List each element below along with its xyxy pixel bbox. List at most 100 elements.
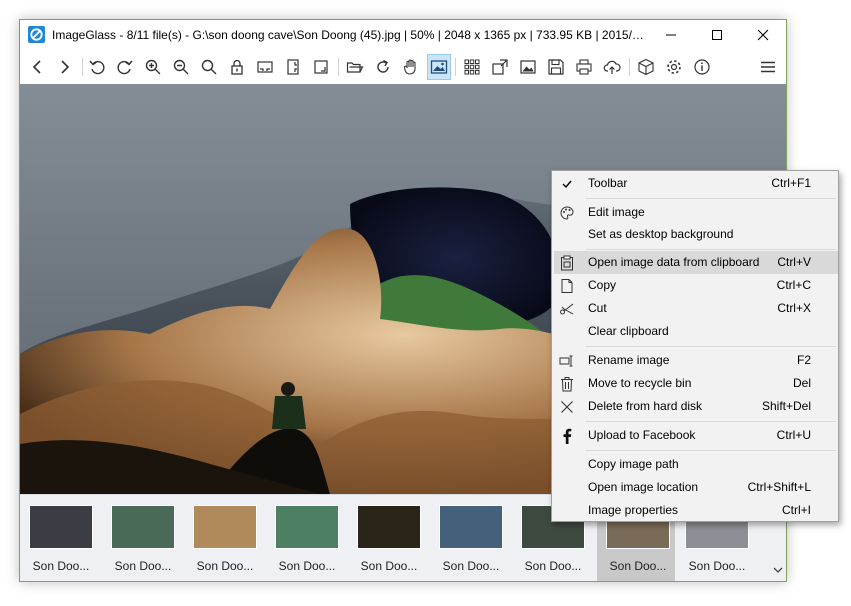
menu-item-shortcut: Ctrl+U	[776, 428, 811, 442]
menu-item-label: Toolbar	[588, 176, 628, 190]
fit-width-button[interactable]	[253, 54, 277, 80]
menu-item-clear-clipboard[interactable]: Clear clipboard	[554, 320, 838, 343]
menu-item-shortcut: Ctrl+I	[781, 503, 811, 517]
thumbnail-label: Son Doo...	[32, 559, 90, 573]
open-folder-icon	[346, 62, 364, 73]
upload-button[interactable]	[600, 54, 624, 80]
rotate-left-button[interactable]	[85, 54, 109, 80]
facebook-icon	[559, 428, 575, 444]
thumbnail-item[interactable]: Son Doo...	[430, 495, 508, 581]
pan-hand-button[interactable]	[399, 54, 423, 80]
copy-icon	[559, 278, 575, 294]
thumbnail-item[interactable]: Son Doo...	[102, 495, 180, 581]
menu-item-label: Open image data from clipboard	[588, 255, 760, 269]
thumbnail-label: Son Doo...	[360, 559, 418, 573]
menu-item-label: Image properties	[588, 503, 679, 517]
context-menu: Toolbar Ctrl+F1 Edit image Set as deskto…	[551, 170, 839, 522]
fit-height-button[interactable]	[281, 54, 305, 80]
delete-x-icon	[559, 399, 575, 415]
scale-to-fit-button[interactable]	[309, 54, 333, 80]
actual-size-button[interactable]	[197, 54, 221, 80]
menu-item-set-desktop-background[interactable]: Set as desktop background	[554, 223, 838, 246]
thumbnail-image	[357, 505, 421, 549]
menu-item-upload-to-facebook[interactable]: Upload to Facebook Ctrl+U	[554, 424, 838, 447]
thumbnail-item[interactable]: Son Doo...	[20, 495, 98, 581]
rotate-right-button[interactable]	[113, 54, 137, 80]
toolbar-separator	[82, 58, 83, 76]
menu-item-label: Open image location	[588, 480, 699, 494]
menu-item-copy-image-path[interactable]: Copy image path	[554, 453, 838, 476]
rotate-right-icon	[117, 60, 133, 75]
fullscreen-icon	[492, 59, 508, 75]
fit-height-icon	[287, 59, 299, 75]
thumbnail-label: Son Doo...	[114, 559, 172, 573]
menu-item-toolbar[interactable]: Toolbar Ctrl+F1	[554, 172, 838, 195]
menu-item-delete-from-disk[interactable]: Delete from hard disk Shift+Del	[554, 395, 838, 418]
thumbnail-image	[275, 505, 339, 549]
lock-zoom-icon	[231, 59, 243, 75]
minimize-button[interactable]	[648, 20, 694, 50]
back-icon	[32, 60, 41, 74]
about-button[interactable]	[690, 54, 714, 80]
title-bar[interactable]: ImageGlass - 8/11 file(s) - G:\son doong…	[20, 20, 786, 50]
close-button[interactable]	[740, 20, 786, 50]
thumbnail-label: Son Doo...	[278, 559, 336, 573]
save-button[interactable]	[544, 54, 568, 80]
zoom-out-button[interactable]	[169, 54, 193, 80]
auto-zoom-image-button[interactable]	[427, 54, 451, 80]
menu-item-edit-image[interactable]: Edit image	[554, 201, 838, 224]
forward-button[interactable]	[52, 54, 76, 80]
maximize-button[interactable]	[694, 20, 740, 50]
imageglass-logo-icon	[28, 26, 45, 43]
menu-item-shortcut: Ctrl+V	[777, 255, 811, 269]
thumbnail-label: Son Doo...	[442, 559, 500, 573]
main-menu-button[interactable]	[756, 54, 780, 80]
menu-item-shortcut: F2	[796, 353, 811, 367]
thumbnail-image	[439, 505, 503, 549]
menu-item-copy[interactable]: Copy Ctrl+C	[554, 274, 838, 297]
back-button[interactable]	[26, 54, 50, 80]
menu-item-image-properties[interactable]: Image properties Ctrl+I	[554, 499, 838, 522]
menu-separator	[586, 249, 836, 250]
menu-item-open-from-clipboard[interactable]: Open image data from clipboard Ctrl+V	[554, 251, 838, 274]
menu-item-cut[interactable]: Cut Ctrl+X	[554, 297, 838, 320]
refresh-button[interactable]	[371, 54, 395, 80]
thumbnail-item[interactable]: Son Doo...	[184, 495, 262, 581]
menu-item-label: Copy	[588, 278, 617, 292]
open-folder-button[interactable]	[343, 54, 367, 80]
menu-separator	[586, 421, 836, 422]
menu-item-label: Upload to Facebook	[588, 428, 696, 442]
thumbnail-item[interactable]: Son Doo...	[266, 495, 344, 581]
forward-icon	[61, 60, 70, 74]
thumbnail-grid-button[interactable]	[460, 54, 484, 80]
menu-item-shortcut: Del	[792, 376, 811, 390]
thumbnail-label: Son Doo...	[524, 559, 582, 573]
actual-size-icon	[201, 59, 217, 75]
settings-button[interactable]	[662, 54, 686, 80]
menu-item-label: Edit image	[588, 205, 645, 219]
zoom-in-button[interactable]	[141, 54, 165, 80]
menu-item-move-to-recycle-bin[interactable]: Move to recycle bin Del	[554, 372, 838, 395]
lock-zoom-button[interactable]	[225, 54, 249, 80]
thumbnail-image	[193, 505, 257, 549]
clipboard-icon	[559, 255, 575, 271]
menu-item-label: Rename image	[588, 353, 670, 367]
menu-item-shortcut: Ctrl+F1	[771, 176, 811, 190]
thumbnail-label: Son Doo...	[196, 559, 254, 573]
slideshow-button[interactable]	[516, 54, 540, 80]
window-title: ImageGlass - 8/11 file(s) - G:\son doong…	[52, 28, 644, 42]
thumbnail-item[interactable]: Son Doo...	[348, 495, 426, 581]
chevron-down-icon	[773, 567, 783, 573]
toolbar-separator	[629, 58, 630, 76]
menu-item-rename-image[interactable]: Rename image F2	[554, 349, 838, 372]
menu-item-label: Move to recycle bin	[588, 376, 692, 390]
print-button[interactable]	[572, 54, 596, 80]
thumbnail-image	[29, 505, 93, 549]
menu-item-label: Cut	[588, 301, 607, 315]
fullscreen-button[interactable]	[488, 54, 512, 80]
menu-item-open-image-location[interactable]: Open image location Ctrl+Shift+L	[554, 476, 838, 499]
thumbnail-label: Son Doo...	[609, 559, 667, 573]
thumbnail-label: Son Doo...	[688, 559, 746, 573]
palette-icon	[559, 205, 575, 221]
3d-object-button[interactable]	[634, 54, 658, 80]
